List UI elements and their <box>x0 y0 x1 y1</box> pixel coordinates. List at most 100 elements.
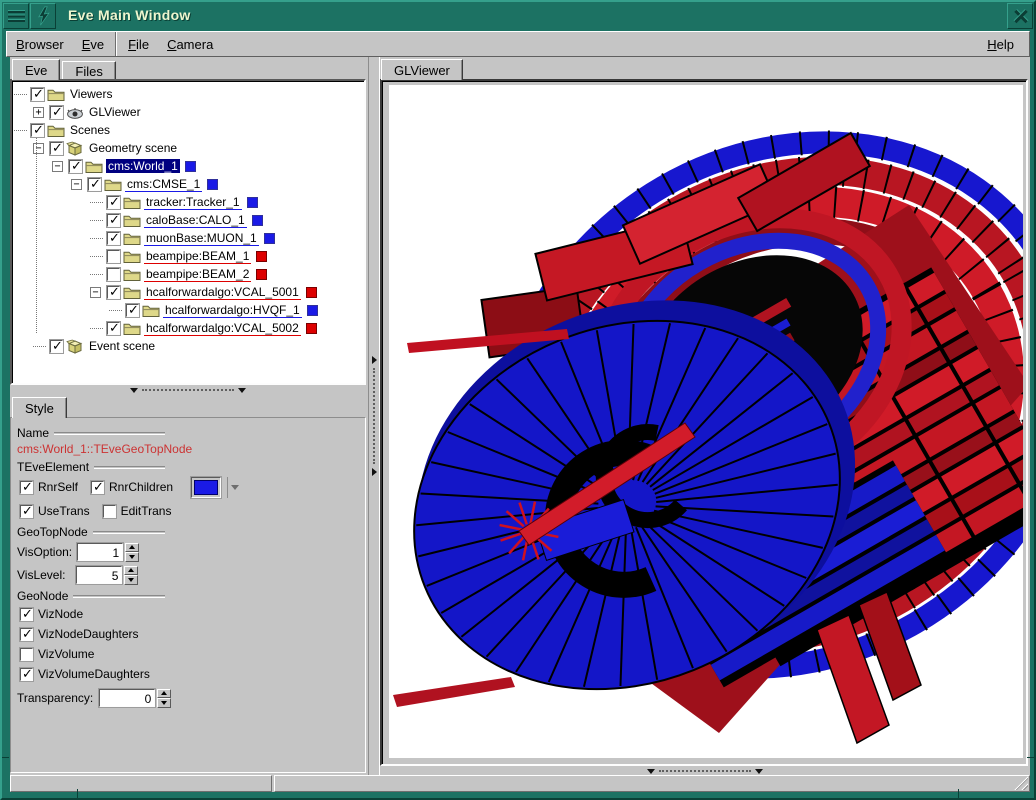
main-color-button[interactable] <box>191 477 221 498</box>
visibility-checkbox[interactable] <box>107 196 120 209</box>
app-icon-button[interactable] <box>30 3 56 29</box>
viznodedaughters-checkbox[interactable] <box>20 628 33 641</box>
tree-item[interactable]: Viewers <box>14 85 364 103</box>
edittrans-checkbox[interactable] <box>103 505 116 518</box>
visibility-checkbox[interactable] <box>50 142 63 155</box>
tree-item-label[interactable]: Geometry scene <box>87 141 179 155</box>
vizvolumedaughters-label: VizVolumeDaughters <box>38 667 150 681</box>
visibility-checkbox[interactable] <box>50 340 63 353</box>
rnrchildren-checkbox[interactable] <box>91 481 104 494</box>
vislevel-input[interactable]: 5 <box>76 566 122 584</box>
tree-item[interactable]: muonBase:MUON_1 <box>14 229 364 247</box>
tree-item-label[interactable]: hcalforwardalgo:VCAL_5002 <box>144 321 301 336</box>
tree-item[interactable]: tracker:Tracker_1 <box>14 193 364 211</box>
visibility-checkbox[interactable] <box>69 160 82 173</box>
spin-up-button[interactable] <box>124 566 138 576</box>
tree-item-label[interactable]: caloBase:CALO_1 <box>144 213 247 228</box>
tree-item[interactable]: hcalforwardalgo:HVQF_1 <box>14 301 364 319</box>
tree-item-label[interactable]: muonBase:MUON_1 <box>144 231 259 246</box>
visibility-checkbox[interactable] <box>126 304 139 317</box>
viznode-checkbox[interactable] <box>20 608 33 621</box>
transparency-input[interactable]: 0 <box>99 689 155 707</box>
color-swatch[interactable] <box>307 305 318 316</box>
spin-down-button[interactable] <box>124 575 138 585</box>
visibility-checkbox[interactable] <box>107 214 120 227</box>
tree-style-splitter[interactable] <box>10 385 366 395</box>
visibility-checkbox[interactable] <box>107 232 120 245</box>
tree-item[interactable]: caloBase:CALO_1 <box>14 211 364 229</box>
spin-up-button[interactable] <box>125 543 139 553</box>
tree-item-label[interactable]: hcalforwardalgo:VCAL_5001 <box>144 285 301 300</box>
visibility-checkbox[interactable] <box>107 268 120 281</box>
vizvolume-checkbox[interactable] <box>20 648 33 661</box>
color-swatch[interactable] <box>306 287 317 298</box>
color-swatch[interactable] <box>185 161 196 172</box>
transparency-spinner[interactable] <box>157 689 171 708</box>
usetrans-checkbox[interactable] <box>20 505 33 518</box>
color-swatch[interactable] <box>306 323 317 334</box>
tree-item[interactable]: − Geometry scene <box>14 139 364 157</box>
pane-splitter[interactable] <box>368 57 380 775</box>
titlebar[interactable]: Eve Main Window <box>2 2 1034 30</box>
tree-item[interactable]: − hcalforwardalgo:VCAL_5001 <box>14 283 364 301</box>
visibility-checkbox[interactable] <box>107 322 120 335</box>
menu-help[interactable]: Help <box>978 34 1023 55</box>
visibility-checkbox[interactable] <box>107 250 120 263</box>
spin-down-button[interactable] <box>157 698 171 708</box>
tree-item[interactable]: − cms:CMSE_1 <box>14 175 364 193</box>
window-menu-button[interactable] <box>3 3 29 29</box>
visibility-checkbox[interactable] <box>50 106 63 119</box>
collapse-icon[interactable]: − <box>90 287 101 298</box>
tree-item-label[interactable]: GLViewer <box>87 105 143 119</box>
color-swatch[interactable] <box>264 233 275 244</box>
visibility-checkbox[interactable] <box>88 178 101 191</box>
expand-icon[interactable]: + <box>33 107 44 118</box>
visibility-checkbox[interactable] <box>31 88 44 101</box>
menu-file[interactable]: File <box>119 34 158 55</box>
color-swatch[interactable] <box>207 179 218 190</box>
tree-item-label[interactable]: hcalforwardalgo:HVQF_1 <box>163 303 302 318</box>
gl-canvas[interactable] <box>389 85 1023 758</box>
close-button[interactable] <box>1007 3 1033 29</box>
collapse-icon[interactable]: − <box>33 143 44 154</box>
tab-files[interactable]: Files <box>62 61 115 80</box>
vizvolumedaughters-checkbox[interactable] <box>20 668 33 681</box>
tree-item-label[interactable]: Scenes <box>68 123 112 137</box>
tree-item-label[interactable]: cms:World_1 <box>106 159 180 173</box>
tree-item[interactable]: Scenes <box>14 121 364 139</box>
visibility-checkbox[interactable] <box>31 124 44 137</box>
color-swatch[interactable] <box>256 251 267 262</box>
color-swatch[interactable] <box>247 197 258 208</box>
tree-item-label[interactable]: Event scene <box>87 339 157 353</box>
tree-item[interactable]: + GLViewer <box>14 103 364 121</box>
color-swatch[interactable] <box>256 269 267 280</box>
tree-item[interactable]: − cms:World_1 <box>14 157 364 175</box>
tab-style[interactable]: Style <box>12 397 67 418</box>
tree-item-label[interactable]: cms:CMSE_1 <box>125 177 202 192</box>
vislevel-spinner[interactable] <box>124 566 138 585</box>
visoption-input[interactable]: 1 <box>77 543 123 561</box>
color-swatch[interactable] <box>252 215 263 226</box>
tree-item[interactable]: Event scene <box>14 337 364 355</box>
resize-grip[interactable] <box>1014 776 1028 790</box>
tree-item-label[interactable]: beampipe:BEAM_1 <box>144 249 251 264</box>
tree-item-label[interactable]: Viewers <box>68 87 114 101</box>
tab-glviewer[interactable]: GLViewer <box>381 59 463 80</box>
spin-down-button[interactable] <box>125 552 139 562</box>
tree-item-label[interactable]: tracker:Tracker_1 <box>144 195 242 210</box>
menu-camera[interactable]: Camera <box>158 34 222 55</box>
tree-item[interactable]: hcalforwardalgo:VCAL_5002 <box>14 319 364 337</box>
menu-browser[interactable]: Browser <box>7 34 73 55</box>
collapse-icon[interactable]: − <box>52 161 63 172</box>
visoption-spinner[interactable] <box>125 543 139 562</box>
rnrself-checkbox[interactable] <box>20 481 33 494</box>
color-dropdown-arrow[interactable] <box>227 477 241 498</box>
tree-item[interactable]: beampipe:BEAM_2 <box>14 265 364 283</box>
visibility-checkbox[interactable] <box>107 286 120 299</box>
spin-up-button[interactable] <box>157 689 171 699</box>
tree-item[interactable]: beampipe:BEAM_1 <box>14 247 364 265</box>
tree-item-label[interactable]: beampipe:BEAM_2 <box>144 267 251 282</box>
collapse-icon[interactable]: − <box>71 179 82 190</box>
tab-eve[interactable]: Eve <box>12 59 60 80</box>
menu-eve[interactable]: Eve <box>73 34 113 55</box>
